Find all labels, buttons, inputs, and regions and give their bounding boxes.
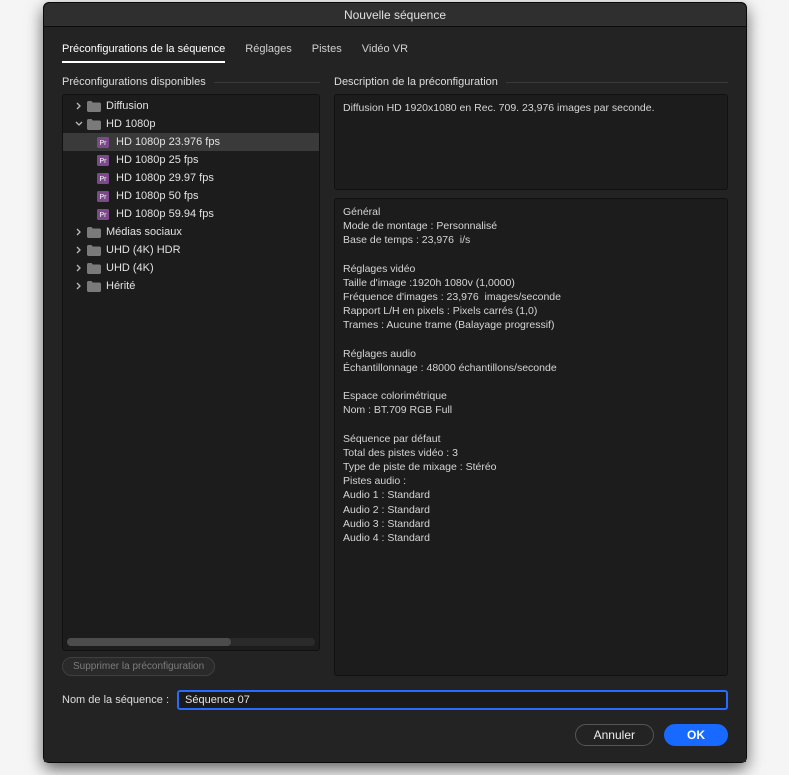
folder-icon (87, 119, 101, 130)
preset-icon: Pr (97, 137, 111, 148)
presets-column: Préconfigurations disponibles Diffusion H… (62, 70, 320, 676)
tabbar: Préconfigurations de la séquence Réglages… (62, 41, 728, 64)
presets-header: Préconfigurations disponibles (62, 76, 320, 88)
dialog-buttons: Annuler OK (62, 724, 728, 746)
folder-icon (87, 227, 101, 238)
folder-icon (87, 281, 101, 292)
tree-folder[interactable]: UHD (4K) HDR (63, 241, 319, 259)
chevron-right-icon[interactable] (73, 102, 85, 110)
chevron-down-icon[interactable] (73, 120, 85, 128)
horizontal-scrollbar[interactable] (67, 638, 315, 646)
tree-item-label: UHD (4K) (106, 262, 154, 274)
tree-item-label: HD 1080p 59.94 fps (116, 208, 214, 220)
preset-details: Général Mode de montage : Personnalisé B… (334, 198, 728, 676)
description-column: Description de la préconfiguration Diffu… (334, 70, 728, 676)
ok-button[interactable]: OK (664, 724, 728, 746)
tree-item-label: Hérité (106, 280, 135, 292)
svg-text:Pr: Pr (100, 176, 108, 183)
dialog-body: Préconfigurations de la séquence Réglages… (44, 27, 746, 762)
window-title: Nouvelle séquence (344, 8, 446, 22)
folder-icon (87, 245, 101, 256)
tree-folder[interactable]: Diffusion (63, 97, 319, 115)
tab-pr-configurations-de-la-s-quence[interactable]: Préconfigurations de la séquence (62, 41, 225, 63)
tab-pistes[interactable]: Pistes (312, 41, 342, 63)
tree-preset[interactable]: Pr HD 1080p 50 fps (63, 187, 319, 205)
svg-text:Pr: Pr (100, 212, 108, 219)
preset-tree-container: DiffusionHD 1080pPrHD 1080p 23.976 fpsPr… (62, 94, 320, 651)
tree-item-label: HD 1080p 29.97 fps (116, 172, 214, 184)
preset-tree[interactable]: DiffusionHD 1080pPrHD 1080p 23.976 fpsPr… (63, 95, 319, 638)
svg-text:Pr: Pr (100, 158, 108, 165)
tree-folder[interactable]: Médias sociaux (63, 223, 319, 241)
tree-folder[interactable]: HD 1080p (63, 115, 319, 133)
tree-folder[interactable]: UHD (4K) (63, 259, 319, 277)
header-divider (506, 82, 728, 83)
folder-icon (87, 101, 101, 112)
tree-folder[interactable]: Hérité (63, 277, 319, 295)
description-header-label: Description de la préconfiguration (334, 76, 498, 88)
tree-preset[interactable]: Pr HD 1080p 23.976 fps (63, 133, 319, 151)
tree-item-label: HD 1080p 25 fps (116, 154, 199, 166)
svg-text:Pr: Pr (100, 194, 108, 201)
chevron-right-icon[interactable] (73, 282, 85, 290)
columns: Préconfigurations disponibles Diffusion H… (62, 70, 728, 676)
tree-preset[interactable]: Pr HD 1080p 25 fps (63, 151, 319, 169)
tab-r-glages[interactable]: Réglages (245, 41, 291, 63)
delete-preset-button[interactable]: Supprimer la préconfiguration (62, 657, 215, 676)
sequence-name-input[interactable] (177, 690, 728, 710)
svg-text:Pr: Pr (100, 140, 108, 147)
tree-item-label: HD 1080p (106, 118, 156, 130)
chevron-right-icon[interactable] (73, 228, 85, 236)
preset-icon: Pr (97, 191, 111, 202)
tree-item-label: HD 1080p 50 fps (116, 190, 199, 202)
cancel-button[interactable]: Annuler (575, 724, 654, 746)
presets-header-label: Préconfigurations disponibles (62, 76, 206, 88)
preset-icon: Pr (97, 209, 111, 220)
tree-item-label: Diffusion (106, 100, 149, 112)
sequence-name-label: Nom de la séquence : (62, 694, 169, 706)
scrollbar-thumb[interactable] (67, 638, 231, 646)
tree-preset[interactable]: Pr HD 1080p 29.97 fps (63, 169, 319, 187)
chevron-right-icon[interactable] (73, 264, 85, 272)
tab-vid-o-vr[interactable]: Vidéo VR (362, 41, 408, 63)
titlebar: Nouvelle séquence (44, 3, 746, 27)
preset-summary: Diffusion HD 1920x1080 en Rec. 709. 23,9… (334, 94, 728, 190)
new-sequence-dialog: Nouvelle séquence Préconfigurations de l… (43, 2, 747, 763)
folder-icon (87, 263, 101, 274)
chevron-right-icon[interactable] (73, 246, 85, 254)
preset-icon: Pr (97, 173, 111, 184)
header-divider (214, 82, 320, 83)
tree-item-label: Médias sociaux (106, 226, 182, 238)
sequence-name-row: Nom de la séquence : (62, 690, 728, 710)
tree-item-label: HD 1080p 23.976 fps (116, 136, 220, 148)
description-header: Description de la préconfiguration (334, 76, 728, 88)
tree-item-label: UHD (4K) HDR (106, 244, 181, 256)
preset-icon: Pr (97, 155, 111, 166)
tree-preset[interactable]: Pr HD 1080p 59.94 fps (63, 205, 319, 223)
